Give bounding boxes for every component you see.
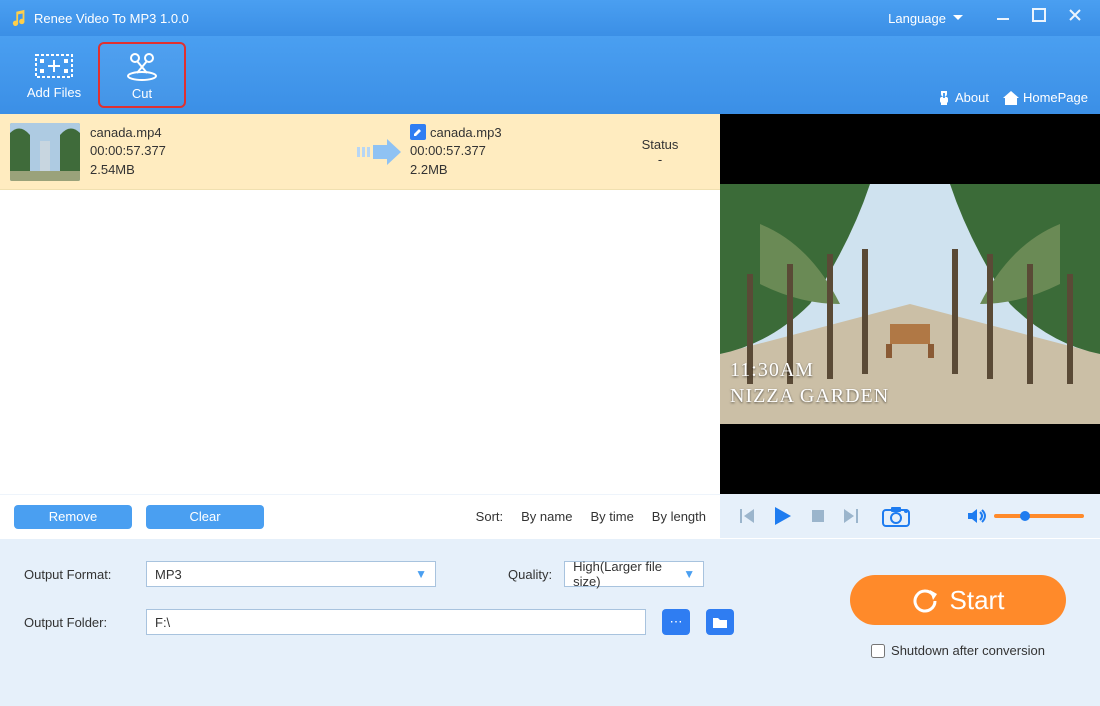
- toolbar: Add Files Cut About HomePage: [0, 36, 1100, 114]
- play-button[interactable]: [770, 504, 794, 528]
- sort-label: Sort:: [476, 509, 503, 524]
- source-filename: canada.mp4: [90, 124, 350, 142]
- cut-label: Cut: [132, 86, 152, 101]
- about-label: About: [955, 90, 989, 105]
- edit-output-name-icon[interactable]: [410, 124, 426, 140]
- chevron-down-icon: ▼: [415, 567, 427, 581]
- preview-time-overlay: 11:30AM: [730, 359, 814, 382]
- clear-button[interactable]: Clear: [146, 505, 264, 529]
- start-column: Start Shutdown after conversion: [850, 575, 1066, 658]
- snapshot-button[interactable]: [882, 505, 910, 527]
- app-title: Renee Video To MP3 1.0.0: [34, 11, 189, 26]
- start-label: Start: [950, 585, 1005, 616]
- arrow-icon: [350, 137, 410, 167]
- shutdown-label: Shutdown after conversion: [891, 643, 1045, 658]
- quality-label: Quality:: [508, 567, 552, 582]
- volume-thumb[interactable]: [1020, 511, 1030, 521]
- homepage-link[interactable]: HomePage: [1003, 90, 1088, 105]
- preview-pane: 11:30AM NIZZA GARDEN: [720, 114, 1100, 538]
- status-label: Status: [610, 137, 710, 152]
- status-value: -: [610, 152, 710, 167]
- destination-info: canada.mp3 00:00:57.377 2.2MB: [410, 124, 610, 179]
- about-link[interactable]: About: [937, 90, 989, 105]
- toolbar-right-links: About HomePage: [937, 90, 1088, 105]
- volume-group: [966, 506, 1084, 526]
- language-selector[interactable]: Language: [888, 11, 964, 26]
- file-row[interactable]: canada.mp4 00:00:57.377 2.54MB canada.mp…: [0, 114, 720, 190]
- titlebar: Renee Video To MP3 1.0.0 Language: [0, 0, 1100, 36]
- volume-slider[interactable]: [994, 514, 1084, 518]
- file-list-empty-area[interactable]: [0, 190, 720, 494]
- quality-select[interactable]: High(Larger file size) ▼: [564, 561, 704, 587]
- dest-size: 2.2MB: [410, 161, 610, 179]
- output-settings: Output Format: MP3 ▼ Quality: High(Large…: [24, 561, 734, 696]
- maximize-button[interactable]: [1030, 6, 1054, 30]
- cut-button[interactable]: Cut: [98, 42, 186, 108]
- sort-group: Sort: By name By time By length: [476, 509, 706, 524]
- app-icon: [10, 9, 28, 27]
- output-folder-value: F:\: [155, 615, 170, 630]
- preview-title-overlay: NIZZA GARDEN: [730, 385, 889, 408]
- bottom-panel: Output Format: MP3 ▼ Quality: High(Large…: [0, 538, 1100, 706]
- source-duration: 00:00:57.377: [90, 142, 350, 160]
- prev-button[interactable]: [736, 506, 756, 526]
- add-files-button[interactable]: Add Files: [10, 42, 98, 108]
- file-thumbnail: [10, 123, 80, 181]
- dest-duration: 00:00:57.377: [410, 142, 610, 160]
- homepage-label: HomePage: [1023, 90, 1088, 105]
- minimize-button[interactable]: [994, 6, 1018, 30]
- file-list-pane: canada.mp4 00:00:57.377 2.54MB canada.mp…: [0, 114, 720, 538]
- volume-icon[interactable]: [966, 506, 986, 526]
- status-cell: Status -: [610, 137, 710, 167]
- main-area: canada.mp4 00:00:57.377 2.54MB canada.mp…: [0, 114, 1100, 538]
- shutdown-checkbox-input[interactable]: [871, 644, 885, 658]
- stop-button[interactable]: [808, 506, 828, 526]
- sort-by-name[interactable]: By name: [521, 509, 572, 524]
- player-controls: [720, 494, 1100, 538]
- chevron-down-icon: ▼: [683, 567, 695, 581]
- dest-filename: canada.mp3: [430, 125, 502, 140]
- language-label: Language: [888, 11, 946, 26]
- sort-by-time[interactable]: By time: [590, 509, 633, 524]
- next-button[interactable]: [842, 506, 862, 526]
- add-files-label: Add Files: [27, 85, 81, 100]
- list-actions-bar: Remove Clear Sort: By name By time By le…: [0, 494, 720, 538]
- shutdown-checkbox[interactable]: Shutdown after conversion: [871, 643, 1045, 658]
- source-size: 2.54MB: [90, 161, 350, 179]
- source-info: canada.mp4 00:00:57.377 2.54MB: [90, 124, 350, 179]
- output-format-value: MP3: [155, 567, 182, 582]
- sort-by-length[interactable]: By length: [652, 509, 706, 524]
- preview-video[interactable]: 11:30AM NIZZA GARDEN: [720, 114, 1100, 494]
- open-folder-button[interactable]: [706, 609, 734, 635]
- output-folder-label: Output Folder:: [24, 615, 134, 630]
- remove-button[interactable]: Remove: [14, 505, 132, 529]
- start-button[interactable]: Start: [850, 575, 1066, 625]
- output-format-label: Output Format:: [24, 567, 134, 582]
- output-format-select[interactable]: MP3 ▼: [146, 561, 436, 587]
- close-button[interactable]: [1066, 6, 1090, 30]
- more-folder-button[interactable]: ⋯: [662, 609, 690, 635]
- quality-value: High(Larger file size): [573, 559, 683, 589]
- output-folder-input[interactable]: F:\: [146, 609, 646, 635]
